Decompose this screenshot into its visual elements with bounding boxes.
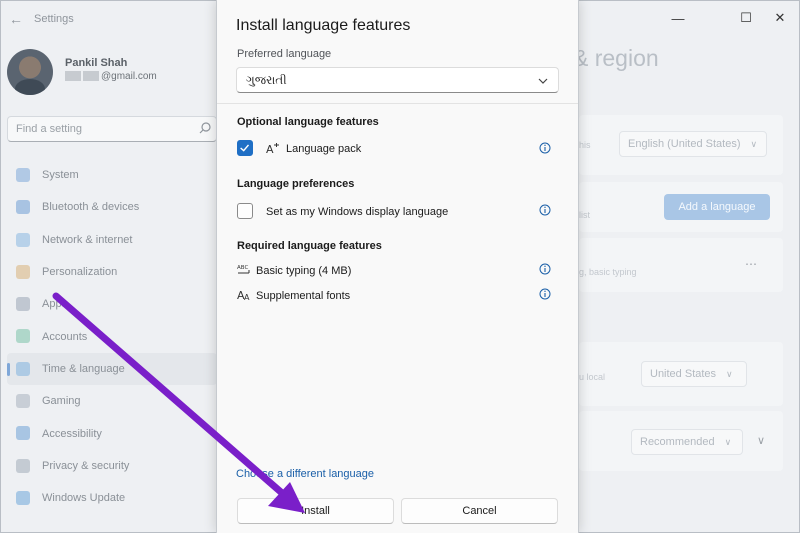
language-entry-features: g, basic typing <box>579 267 637 277</box>
page-title: & region <box>573 45 659 71</box>
sidebar-item-apps[interactable]: Apps <box>7 288 217 320</box>
checkmark-icon <box>240 144 250 152</box>
sidebar-item-accounts[interactable]: Accounts <box>7 320 217 352</box>
sidebar-item-label: Windows Update <box>42 492 126 505</box>
preferred-language-select[interactable]: ગુજરાતી <box>236 67 559 93</box>
chevron-down-icon: ∨ <box>750 138 758 149</box>
divider <box>217 103 578 104</box>
sidebar-item-system[interactable]: System <box>7 159 217 191</box>
nav-icon <box>16 361 30 376</box>
preferred-language-label: Preferred language <box>237 48 332 60</box>
nav-icon <box>16 200 30 215</box>
nav-icon <box>16 168 30 182</box>
search-icon <box>199 122 211 134</box>
sidebar-item-label: System <box>42 169 79 182</box>
sidebar-item-label: Network & internet <box>42 233 133 246</box>
country-region-value: United States <box>650 368 717 380</box>
info-icon[interactable] <box>539 263 551 275</box>
back-arrow-icon[interactable]: ← <box>9 11 23 27</box>
user-name: Pankil Shah <box>65 57 128 69</box>
sidebar-item-windows-update[interactable]: Windows Update <box>7 482 217 514</box>
language-preferences-heading: Language preferences <box>237 178 355 190</box>
display-language-checkbox[interactable] <box>237 203 253 219</box>
fonts-icon: AA <box>237 289 250 302</box>
sidebar-nav: System Bluetooth & devices Network & inter… <box>7 159 217 514</box>
language-pack-icon: A <box>266 143 279 156</box>
country-region-text: u local <box>579 372 606 382</box>
sidebar-item-label: Personalization <box>42 266 118 279</box>
required-features-heading: Required language features <box>237 240 382 252</box>
nav-icon <box>16 329 30 344</box>
install-button[interactable]: Install <box>237 498 394 524</box>
user-email: @gmail.com <box>65 71 157 82</box>
email-redaction <box>65 71 81 82</box>
optional-features-heading: Optional language features <box>237 116 379 128</box>
regional-format-value: Recommended <box>640 436 715 448</box>
search-input[interactable]: Find a setting <box>7 116 217 142</box>
display-language-text: his <box>579 140 591 150</box>
sidebar-item-accessibility[interactable]: Accessibility <box>7 417 217 449</box>
avatar <box>7 49 53 95</box>
basic-typing-label: Basic typing (4 MB) <box>256 265 352 277</box>
svg-text:A: A <box>244 293 250 302</box>
sidebar-item-label: Accounts <box>42 330 88 343</box>
sidebar-item-label: Time & language <box>42 362 125 375</box>
choose-different-language-link[interactable]: Choose a different language <box>236 468 374 480</box>
language-pack-checkbox[interactable] <box>237 140 253 156</box>
sidebar-item-label: Privacy & security <box>42 459 130 472</box>
chevron-down-icon: ∨ <box>726 368 733 379</box>
add-language-button[interactable]: Add a language <box>664 194 770 220</box>
install-language-features-dialog: Install language features Preferred lang… <box>216 0 579 533</box>
nav-icon <box>16 458 30 473</box>
sidebar-item-label: Accessibility <box>42 427 102 440</box>
display-language-select[interactable]: English (United States) ∨ <box>619 131 767 157</box>
search-placeholder: Find a setting <box>16 123 83 135</box>
info-icon[interactable] <box>539 142 551 154</box>
language-pack-label: Language pack <box>286 143 362 155</box>
sidebar-item-time-language[interactable]: Time & language <box>7 352 217 386</box>
sidebar-item-label: Gaming <box>42 395 81 408</box>
cancel-button[interactable]: Cancel <box>401 498 558 524</box>
nav-icon <box>16 426 30 441</box>
close-button[interactable]: ✕ <box>757 5 799 31</box>
minimize-button[interactable]: — <box>655 5 701 31</box>
country-region-select[interactable]: United States ∨ <box>641 361 747 387</box>
dialog-title: Install language features <box>236 17 411 34</box>
nav-icon <box>16 232 30 247</box>
more-options-icon[interactable]: ⋯ <box>745 257 758 271</box>
app-title: Settings <box>34 13 74 25</box>
expand-chevron-icon[interactable]: ∨ <box>757 434 765 447</box>
sidebar-item-personalization[interactable]: Personalization <box>7 256 217 288</box>
preferred-language-value: ગુજરાતી <box>246 73 287 87</box>
info-icon[interactable] <box>539 204 551 216</box>
chevron-down-icon: ∨ <box>724 436 732 447</box>
nav-icon <box>16 297 30 312</box>
keyboard-typing-icon: ABC <box>237 265 250 274</box>
display-language-value: English (United States) <box>628 138 741 150</box>
nav-icon <box>16 490 30 505</box>
nav-icon <box>16 394 30 409</box>
sidebar-item-gaming[interactable]: Gaming <box>7 385 217 417</box>
regional-format-select[interactable]: Recommended ∨ <box>631 429 743 455</box>
svg-text:ABC: ABC <box>237 265 248 271</box>
supplemental-fonts-label: Supplemental fonts <box>256 290 351 302</box>
svg-text:A: A <box>266 143 274 156</box>
sidebar-item-privacy-security[interactable]: Privacy & security <box>7 450 217 482</box>
chevron-down-icon <box>538 78 548 84</box>
info-icon[interactable] <box>539 288 551 300</box>
sidebar-item-network-internet[interactable]: Network & internet <box>7 224 217 256</box>
sidebar-item-label: Bluetooth & devices <box>42 201 140 214</box>
user-email-suffix: @gmail.com <box>101 71 157 82</box>
nav-icon <box>16 264 30 279</box>
sidebar-item-label: Apps <box>42 298 68 311</box>
display-language-label: Set as my Windows display language <box>266 206 449 218</box>
sidebar-item-bluetooth-devices[interactable]: Bluetooth & devices <box>7 191 217 223</box>
preferred-languages-text: list <box>579 210 590 220</box>
email-redaction <box>83 71 99 82</box>
